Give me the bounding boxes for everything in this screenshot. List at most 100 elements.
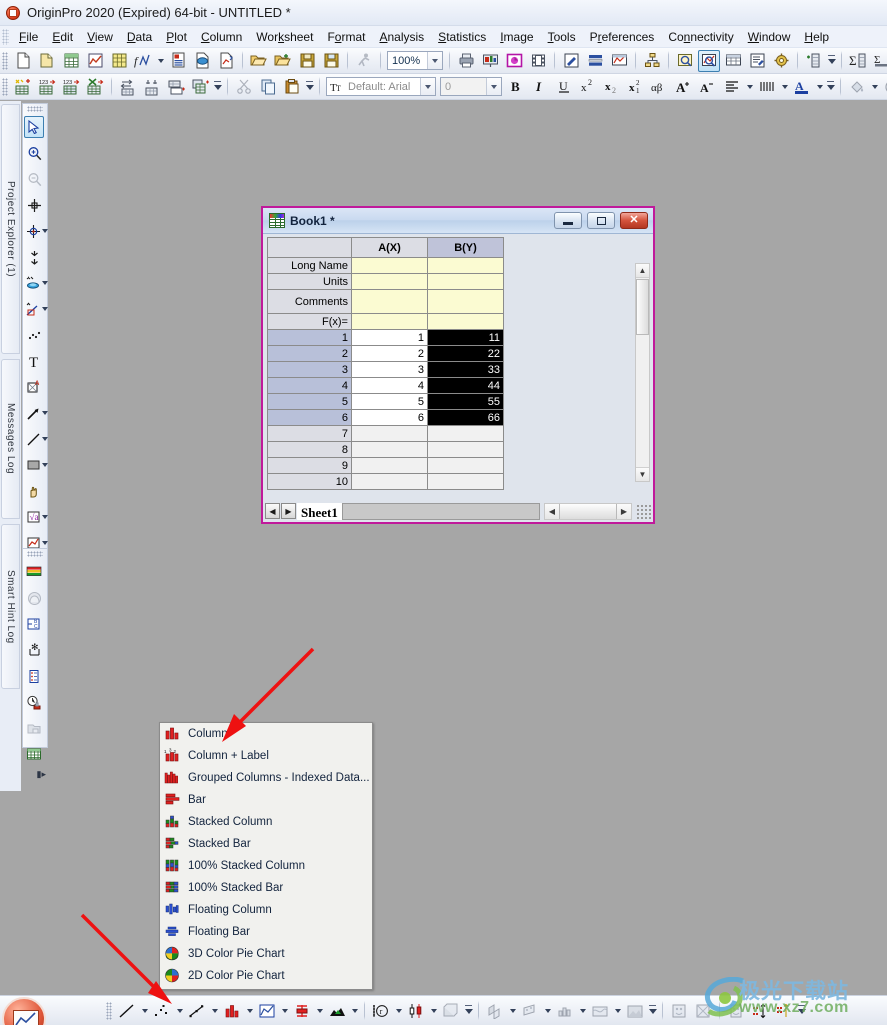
rectangle-tool-dropdown-icon[interactable] <box>42 454 48 476</box>
equation-tool-icon[interactable]: √a <box>24 506 42 528</box>
cell-b[interactable] <box>427 473 504 490</box>
box-chart-icon[interactable] <box>405 1000 427 1022</box>
cell-b[interactable]: 11 <box>427 329 504 346</box>
bar-plot-icon[interactable] <box>291 1000 313 1022</box>
fill-numbers-icon[interactable]: 123 <box>36 76 58 98</box>
decrease-font-icon[interactable]: A <box>697 76 719 98</box>
menu-item-column[interactable]: Column <box>160 723 372 745</box>
regional-data-selector-dropdown-icon[interactable] <box>42 298 48 320</box>
table-row[interactable]: 4 4 44 <box>267 377 504 394</box>
data-selector-icon[interactable] <box>24 246 44 268</box>
table-row[interactable]: 1 1 11 <box>267 329 504 346</box>
sheet-prev-icon[interactable]: ◀ <box>265 503 280 519</box>
menu-preferences[interactable]: Preferences <box>583 28 662 46</box>
zoom-in-icon[interactable] <box>24 142 44 164</box>
analysis-toolbar-overflow[interactable] <box>796 1000 807 1022</box>
menu-item-stacked-bar[interactable]: Stacked Bar <box>160 833 372 855</box>
fill-area-dropdown-icon[interactable] <box>349 1000 360 1022</box>
zoom-dropdown-icon[interactable] <box>427 52 442 69</box>
menu-item-100-stacked-column[interactable]: 100% Stacked Column <box>160 855 372 877</box>
regional-mask-icon[interactable] <box>24 272 42 294</box>
table-row[interactable]: 2 2 22 <box>267 345 504 362</box>
standard-toolbar-overflow[interactable] <box>826 50 837 72</box>
sum-column-icon[interactable]: Σ <box>847 50 869 72</box>
cell-b[interactable]: 44 <box>427 377 504 394</box>
duplicate-worksheet-icon[interactable] <box>189 76 211 98</box>
menu-view[interactable]: View <box>80 28 120 46</box>
column-plot-icon[interactable] <box>221 1000 243 1022</box>
units-b[interactable] <box>427 273 504 290</box>
menu-item-bar[interactable]: Bar <box>160 789 372 811</box>
layout-grid-icon[interactable] <box>24 743 44 765</box>
contour-dropdown-icon[interactable] <box>612 1000 623 1022</box>
menu-item-grouped-columns[interactable]: Grouped Columns - Indexed Data... <box>160 767 372 789</box>
duplicate-plot-icon[interactable] <box>725 1000 747 1022</box>
menu-format[interactable]: Format <box>320 28 372 46</box>
import-wizard-icon[interactable] <box>215 50 237 72</box>
rectangle-tool-icon[interactable] <box>24 454 42 476</box>
graph-toolbar-grip[interactable] <box>106 1001 112 1020</box>
statistics-icon[interactable]: Σ <box>871 50 887 72</box>
cell-b[interactable]: 55 <box>427 393 504 410</box>
horizontal-scroll-thumb[interactable] <box>559 503 617 519</box>
line-symbol-icon[interactable] <box>186 1000 208 1022</box>
clock-stamp-icon[interactable] <box>24 691 44 713</box>
cell-a[interactable]: 4 <box>351 377 428 394</box>
3d-bar-icon[interactable] <box>554 1000 576 1022</box>
column-header-b[interactable]: B(Y) <box>427 237 504 258</box>
line-plot-dropdown-icon[interactable] <box>139 1000 150 1022</box>
print-icon[interactable] <box>455 50 477 72</box>
cell-b[interactable] <box>427 441 504 458</box>
zoom-panel-icon[interactable] <box>674 50 696 72</box>
long-name-b[interactable] <box>427 257 504 274</box>
sheet-tab-empty-area[interactable] <box>341 502 540 520</box>
color-palette-icon[interactable] <box>881 76 887 98</box>
graph-tools-palette-expand-icon[interactable]: ▮▸ <box>22 767 48 781</box>
worksheet-table[interactable]: A(X) B(Y) Long Name Units Comments F(x)=… <box>267 237 504 490</box>
line-tool-dropdown-icon[interactable] <box>42 428 48 450</box>
graph-tools-palette-grip[interactable] <box>27 551 43 557</box>
increase-font-icon[interactable]: A <box>673 76 695 98</box>
new-layout-icon[interactable] <box>167 50 189 72</box>
line-plot-icon[interactable] <box>116 1000 138 1022</box>
cell-a[interactable]: 5 <box>351 393 428 410</box>
table-row[interactable]: 5 5 55 <box>267 393 504 410</box>
clear-worksheet-icon[interactable] <box>84 76 106 98</box>
edit-toolbar-overflow[interactable] <box>304 76 315 98</box>
speedmode-icon[interactable] <box>24 587 44 609</box>
menu-connectivity[interactable]: Connectivity <box>661 28 740 46</box>
column-header-a[interactable]: A(X) <box>351 237 428 258</box>
image-window-icon[interactable] <box>503 50 525 72</box>
paste-icon[interactable] <box>281 76 303 98</box>
menu-grip[interactable] <box>2 28 9 45</box>
table-row[interactable]: 7 <box>267 425 504 442</box>
3d-bar-dropdown-icon[interactable] <box>577 1000 588 1022</box>
3d-surface-dropdown-icon[interactable] <box>507 1000 518 1022</box>
row-index[interactable]: 2 <box>267 345 352 362</box>
split-worksheet-icon[interactable] <box>165 76 187 98</box>
hierarchy-icon[interactable] <box>641 50 663 72</box>
box-chart-dropdown-icon[interactable] <box>428 1000 439 1022</box>
open-project-icon[interactable] <box>248 50 270 72</box>
template-library-icon[interactable] <box>668 1000 690 1022</box>
3d-toolbar-overflow[interactable] <box>647 1000 658 1022</box>
book1-minimize-button[interactable] <box>554 212 582 229</box>
menu-statistics[interactable]: Statistics <box>431 28 493 46</box>
new-legend-icon[interactable]: ✻ <box>24 639 44 661</box>
menu-tools[interactable]: Tools <box>541 28 583 46</box>
menu-file[interactable]: File <box>12 28 45 46</box>
worksheet-vertical-scrollbar[interactable]: ▲ ▼ <box>635 263 650 482</box>
graph-toolbar-overflow[interactable] <box>463 1000 474 1022</box>
bar-plot-dropdown-icon[interactable] <box>314 1000 325 1022</box>
arrow-tool-dropdown-icon[interactable] <box>42 402 48 424</box>
contour-icon[interactable] <box>589 1000 611 1022</box>
row-index[interactable]: 8 <box>267 441 352 458</box>
save-project-icon[interactable] <box>296 50 318 72</box>
data-marker-icon[interactable] <box>24 194 44 216</box>
menu-worksheet[interactable]: Worksheet <box>249 28 320 46</box>
menu-help[interactable]: Help <box>797 28 836 46</box>
table-row[interactable]: 3 3 33 <box>267 361 504 378</box>
cell-a[interactable] <box>351 457 428 474</box>
book1-titlebar[interactable]: Book1 * ✕ <box>263 208 653 234</box>
data-reader-icon[interactable] <box>698 49 720 72</box>
